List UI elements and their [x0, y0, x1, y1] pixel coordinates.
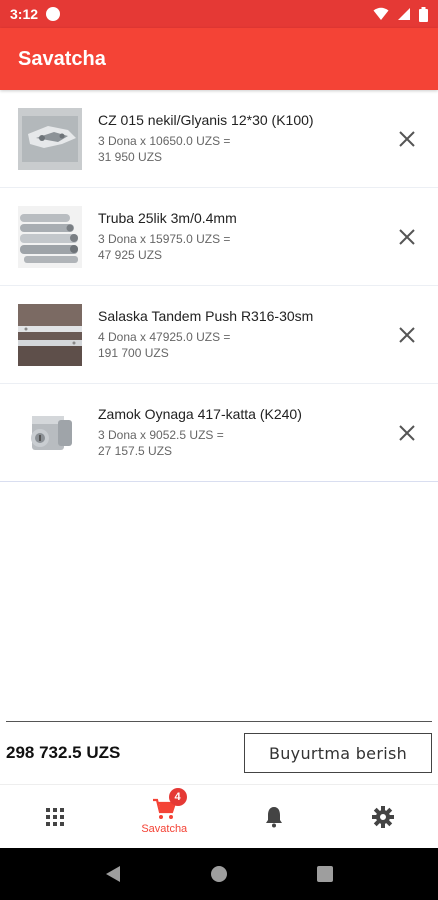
- cart-item-text: CZ 015 nekil/Glyanis 12*30 (K100) 3 Dona…: [98, 112, 368, 165]
- cart-item[interactable]: Salaska Tandem Push R316-30sm 4 Dona x 4…: [0, 286, 438, 384]
- wifi-icon: [373, 7, 389, 20]
- metal-pipes-photo: [18, 205, 82, 268]
- cart-item-subtotal: 191 700 UZS: [98, 346, 169, 360]
- close-icon: [399, 130, 415, 147]
- bell-icon: [265, 806, 282, 827]
- cart-item[interactable]: CZ 015 nekil/Glyanis 12*30 (K100) 3 Dona…: [0, 90, 438, 188]
- nav-item-label: Savatcha: [141, 823, 188, 835]
- back-icon[interactable]: [105, 865, 121, 883]
- footer-divider: [6, 721, 432, 722]
- close-icon: [399, 228, 415, 245]
- recents-icon[interactable]: [317, 866, 334, 882]
- cart-item-calculation: 3 Dona x 9052.5 UZS =: [98, 428, 224, 442]
- cart-item-subtotal: 47 925 UZS: [98, 248, 163, 262]
- bottom-nav: 4 Savatcha: [0, 784, 438, 848]
- cart-item[interactable]: Truba 25lik 3m/0.4mm 3 Dona x 15975.0 UZ…: [0, 188, 438, 286]
- glass-lock-photo: [18, 401, 82, 464]
- cart-item-subtotal: 27 157.5 UZS: [98, 444, 173, 458]
- cart-item-name: Zamok Oynaga 417-katta (K240): [98, 406, 302, 422]
- hinge-photo: [18, 107, 82, 170]
- cart-item-text: Salaska Tandem Push R316-30sm 4 Dona x 4…: [98, 308, 368, 361]
- battery-icon: [419, 6, 428, 22]
- close-icon: [399, 424, 415, 441]
- home-icon[interactable]: [210, 865, 228, 883]
- remove-item-button[interactable]: [396, 226, 418, 248]
- cart-count-badge: 4: [168, 788, 187, 806]
- signal-icon: [398, 8, 410, 20]
- system-nav-bar: [0, 848, 438, 900]
- nav-item-settings[interactable]: [329, 785, 438, 848]
- place-order-button[interactable]: Buyurtma berish: [244, 733, 432, 773]
- notification-app-icon: [46, 7, 61, 21]
- cart-item-calculation: 4 Dona x 47925.0 UZS =: [98, 330, 231, 344]
- cart-item[interactable]: Zamok Oynaga 417-katta (K240) 3 Dona x 9…: [0, 384, 438, 482]
- drawer-slide-photo: [18, 303, 82, 366]
- gear-icon: [372, 805, 395, 828]
- total-row: 298 732.5 UZS Buyurtma berish: [6, 733, 432, 773]
- nav-item-catalog[interactable]: [0, 785, 110, 848]
- cart-item-name: Salaska Tandem Push R316-30sm: [98, 308, 314, 324]
- nav-item-cart[interactable]: 4 Savatcha: [110, 785, 220, 848]
- status-icons: [373, 6, 428, 22]
- remove-item-button[interactable]: [396, 128, 418, 150]
- grid-icon: [45, 807, 64, 826]
- total-amount: 298 732.5 UZS: [6, 743, 121, 762]
- close-icon: [399, 326, 415, 343]
- app-bar: Savatcha: [0, 28, 438, 90]
- cart-list: CZ 015 nekil/Glyanis 12*30 (K100) 3 Dona…: [0, 90, 438, 482]
- remove-item-button[interactable]: [396, 422, 418, 444]
- cart-item-calculation: 3 Dona x 15975.0 UZS =: [98, 232, 231, 246]
- remove-item-button[interactable]: [396, 324, 418, 346]
- cart-item-subtotal: 31 950 UZS: [98, 150, 163, 164]
- cart-item-name: Truba 25lik 3m/0.4mm: [98, 210, 237, 226]
- page-title: Savatcha: [18, 47, 106, 70]
- status-bar: 3:12: [0, 0, 438, 28]
- status-time: 3:12: [10, 6, 39, 22]
- nav-item-notifications[interactable]: [219, 785, 329, 848]
- cart-item-text: Zamok Oynaga 417-katta (K240) 3 Dona x 9…: [98, 406, 368, 459]
- cart-item-name: CZ 015 nekil/Glyanis 12*30 (K100): [98, 112, 314, 128]
- cart-item-calculation: 3 Dona x 10650.0 UZS =: [98, 134, 231, 148]
- cart-item-text: Truba 25lik 3m/0.4mm 3 Dona x 15975.0 UZ…: [98, 210, 368, 263]
